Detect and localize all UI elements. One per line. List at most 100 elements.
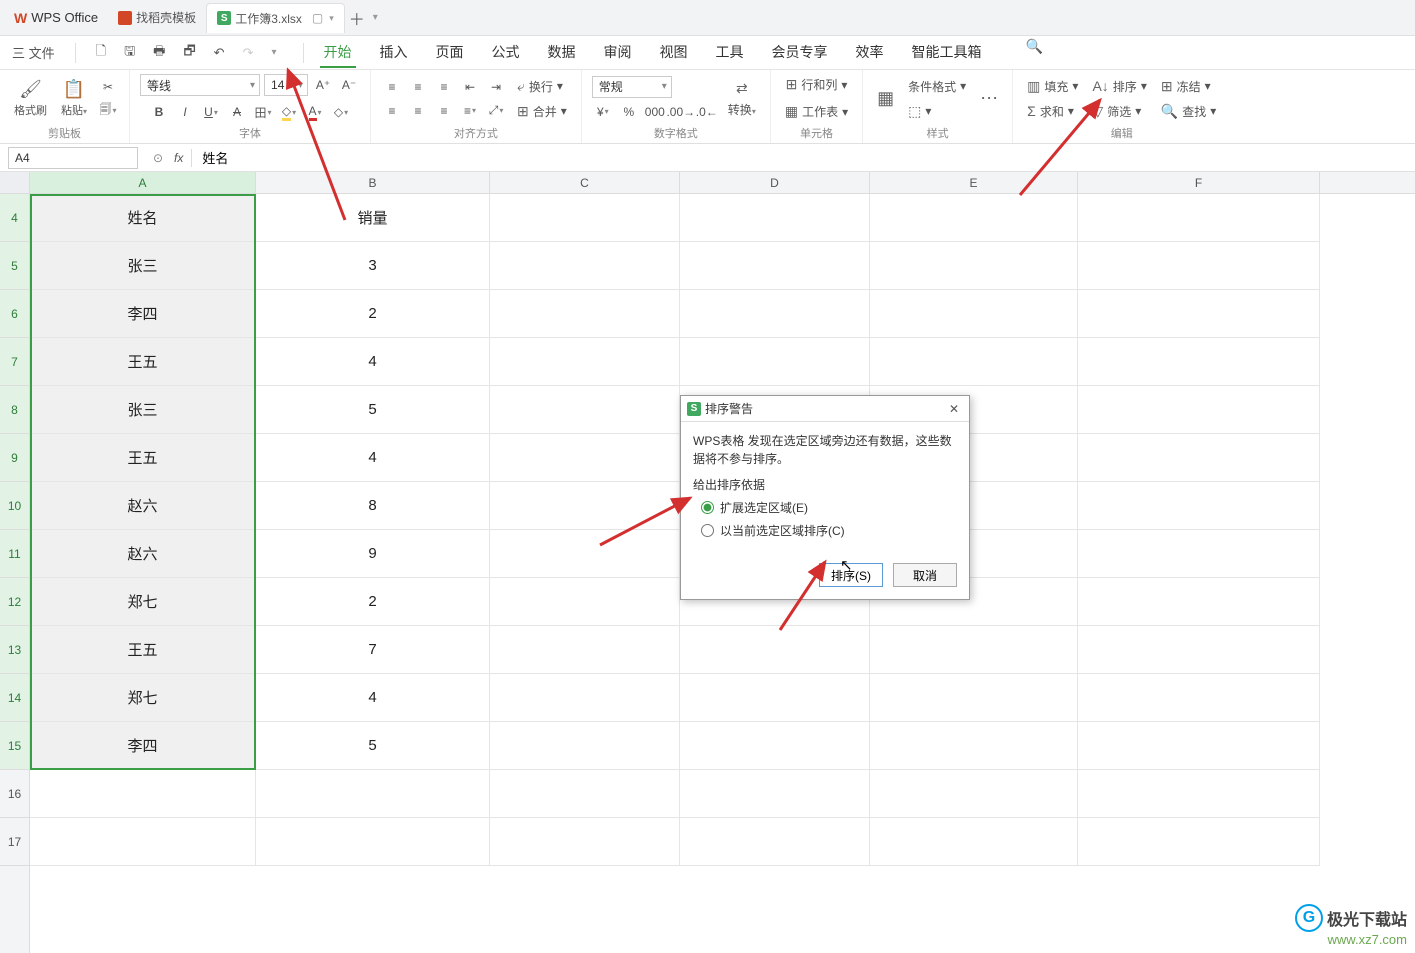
cell-C4[interactable] [490, 194, 680, 242]
cell-F9[interactable] [1078, 434, 1320, 482]
file-menu-button[interactable]: 三 文件 [8, 41, 59, 64]
cell-A9[interactable]: 王五 [30, 434, 256, 482]
sum-button[interactable]: Σ求和▾ [1023, 101, 1082, 122]
menu-data[interactable]: 数据 [544, 38, 580, 68]
cell-B17[interactable] [256, 818, 490, 866]
col-header-E[interactable]: E [870, 172, 1078, 193]
cell-E13[interactable] [870, 626, 1078, 674]
align-center-button[interactable]: ≡ [407, 101, 429, 121]
cell-D5[interactable] [680, 242, 870, 290]
radio-expand-input[interactable] [701, 501, 714, 514]
new-icon[interactable]: 🗋 [92, 40, 110, 66]
cell-B5[interactable]: 3 [256, 242, 490, 290]
cell-F13[interactable] [1078, 626, 1320, 674]
increase-decimal-button[interactable]: .00→ [670, 102, 692, 122]
table-style-button[interactable]: ▦ [873, 86, 898, 111]
menu-view[interactable]: 视图 [656, 38, 692, 68]
menu-smarttools[interactable]: 智能工具箱 [908, 38, 986, 68]
search-icon[interactable]: 🔍 [1026, 38, 1043, 68]
row-header-4[interactable]: 4 [0, 194, 29, 242]
increase-indent-button[interactable]: ⇥ [485, 77, 507, 97]
style-more-button[interactable]: ⋯ [976, 86, 1002, 111]
close-icon[interactable]: ✕ [945, 402, 963, 416]
formula-input[interactable] [196, 150, 1415, 165]
cell-A15[interactable]: 李四 [30, 722, 256, 770]
tab-dropdown-icon[interactable]: ▾ [329, 13, 334, 24]
cell-C17[interactable] [490, 818, 680, 866]
cell-D6[interactable] [680, 290, 870, 338]
tab-dropdown-icon[interactable]: ▾ [373, 12, 378, 23]
align-middle-button[interactable]: ≡ [407, 77, 429, 97]
cell-F6[interactable] [1078, 290, 1320, 338]
menu-efficiency[interactable]: 效率 [852, 38, 888, 68]
cell-C5[interactable] [490, 242, 680, 290]
cell-F10[interactable] [1078, 482, 1320, 530]
font-size-select[interactable]: 14 [264, 74, 308, 96]
row-header-15[interactable]: 15 [0, 722, 29, 770]
qat-dropdown-icon[interactable]: ▾ [267, 45, 280, 60]
underline-button[interactable]: U▾ [200, 102, 222, 122]
italic-button[interactable]: I [174, 102, 196, 122]
fill-button[interactable]: ▥填充▾ [1023, 76, 1082, 97]
cell-A16[interactable] [30, 770, 256, 818]
save-icon[interactable]: 🖫 [120, 40, 139, 66]
copy-button[interactable]: 🗐▾ [97, 101, 119, 121]
cell-style-button[interactable]: ⬚▾ [904, 101, 970, 122]
cell-C16[interactable] [490, 770, 680, 818]
cell-B15[interactable]: 5 [256, 722, 490, 770]
bold-button[interactable]: B [148, 102, 170, 122]
row-header-12[interactable]: 12 [0, 578, 29, 626]
comma-button[interactable]: 000 [644, 102, 666, 122]
cell-A10[interactable]: 赵六 [30, 482, 256, 530]
cell-C14[interactable] [490, 674, 680, 722]
col-header-C[interactable]: C [490, 172, 680, 193]
add-tab-button[interactable]: ＋ [345, 6, 369, 30]
cell-B14[interactable]: 4 [256, 674, 490, 722]
decrease-indent-button[interactable]: ⇤ [459, 77, 481, 97]
row-header-8[interactable]: 8 [0, 386, 29, 434]
cell-A7[interactable]: 王五 [30, 338, 256, 386]
increase-font-button[interactable]: A⁺ [312, 75, 334, 95]
orientation-button[interactable]: ⤢▾ [485, 101, 507, 121]
font-family-select[interactable]: 等线 [140, 74, 260, 96]
cell-C9[interactable] [490, 434, 680, 482]
undo-icon[interactable]: ↶ [210, 43, 229, 63]
cell-C6[interactable] [490, 290, 680, 338]
cell-B4[interactable]: 销量 [256, 194, 490, 242]
cell-E7[interactable] [870, 338, 1078, 386]
select-all-corner[interactable] [0, 172, 30, 193]
freeze-button[interactable]: ⊞冻结▾ [1157, 76, 1220, 97]
cell-B9[interactable]: 4 [256, 434, 490, 482]
cell-F5[interactable] [1078, 242, 1320, 290]
cell-A4[interactable]: 姓名 [30, 194, 256, 242]
cell-C13[interactable] [490, 626, 680, 674]
row-header-13[interactable]: 13 [0, 626, 29, 674]
row-header-9[interactable]: 9 [0, 434, 29, 482]
row-header-7[interactable]: 7 [0, 338, 29, 386]
menu-page[interactable]: 页面 [432, 38, 468, 68]
radio-current-selection[interactable]: 以当前选定区域排序(C) [701, 522, 957, 539]
fx-icon[interactable]: fx [174, 151, 183, 165]
strikethrough-button[interactable]: A [226, 102, 248, 122]
radio-expand-selection[interactable]: 扩展选定区域(E) [701, 499, 957, 516]
redo-icon[interactable]: ↷ [239, 43, 258, 63]
tab-options-icon[interactable]: ▢ [312, 11, 323, 25]
cell-D16[interactable] [680, 770, 870, 818]
cell-F11[interactable] [1078, 530, 1320, 578]
cell-C11[interactable] [490, 530, 680, 578]
cell-B7[interactable]: 4 [256, 338, 490, 386]
cell-F7[interactable] [1078, 338, 1320, 386]
cell-A5[interactable]: 张三 [30, 242, 256, 290]
cell-D17[interactable] [680, 818, 870, 866]
cell-F14[interactable] [1078, 674, 1320, 722]
col-header-B[interactable]: B [256, 172, 490, 193]
cell-E4[interactable] [870, 194, 1078, 242]
menu-member[interactable]: 会员专享 [768, 38, 832, 68]
convert-button[interactable]: ⇄转换▾ [724, 78, 760, 120]
filter-button[interactable]: ▽筛选▾ [1088, 101, 1150, 122]
row-header-5[interactable]: 5 [0, 242, 29, 290]
tab-workbook[interactable]: S 工作簿3.xlsx ▢ ▾ [206, 3, 345, 33]
cancel-formula-icon[interactable]: ⊙ [146, 151, 170, 165]
print-icon[interactable]: 🖶 [149, 40, 169, 66]
cell-B10[interactable]: 8 [256, 482, 490, 530]
